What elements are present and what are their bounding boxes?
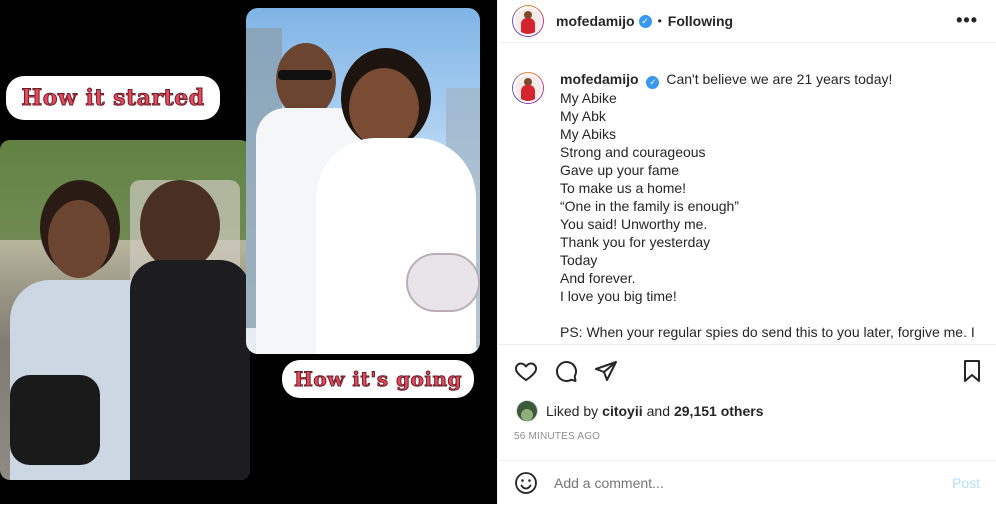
old-photo	[0, 140, 250, 480]
post-timestamp[interactable]: 56 MINUTES AGO	[514, 431, 600, 442]
caption-line: PS: When your regular spies do send this…	[560, 324, 975, 340]
post-panel: mofedamijo ✓ • Following ••• mofedamijo …	[497, 0, 996, 504]
how-it-started-label: How it started	[6, 76, 220, 120]
heart-icon[interactable]	[514, 359, 538, 383]
separator-dot: •	[657, 14, 662, 28]
caption-line: Thank you for yesterday	[560, 234, 711, 250]
caption-line: Gave up your fame	[560, 162, 680, 178]
emoji-icon[interactable]	[514, 471, 538, 495]
new-photo	[246, 8, 480, 354]
bookmark-icon[interactable]	[960, 359, 984, 383]
caption-line: I love you big time!	[560, 288, 677, 304]
caption-first-line: Can't believe we are 21 years today!	[666, 71, 893, 87]
caption-line: My Abiks	[560, 126, 617, 142]
comment-box: Post	[498, 460, 996, 505]
post-media[interactable]: How it started How it's going	[0, 0, 497, 504]
following-button[interactable]: Following	[668, 13, 733, 29]
liker-username-link[interactable]: citoyii	[602, 403, 642, 419]
comment-icon[interactable]	[554, 359, 578, 383]
username-link[interactable]: mofedamijo	[556, 13, 635, 29]
caption-line: “One in the family is enough”	[560, 198, 739, 214]
caption-line: My Abk	[560, 108, 606, 124]
caption-line: My Abike	[560, 90, 617, 106]
post-header: mofedamijo ✓ • Following •••	[498, 0, 996, 43]
caption-line: To make us a home!	[560, 180, 687, 196]
likes-count-link[interactable]: 29,151 others	[674, 403, 764, 419]
caption: mofedamijo ✓ Can't believe we are 21 yea…	[512, 70, 982, 342]
verified-badge-icon: ✓	[638, 14, 652, 28]
more-horizontal-icon[interactable]: •••	[956, 10, 978, 31]
caption-username-link[interactable]: mofedamijo	[560, 71, 639, 87]
likes-and: and	[646, 403, 670, 419]
caption-line: You said! Unworthy me.	[560, 216, 708, 232]
likes-summary: Liked by citoyii and 29,151 others	[516, 400, 763, 422]
comment-input[interactable]	[552, 474, 936, 492]
liker-avatar[interactable]	[516, 400, 538, 422]
caption-line: Strong and courageous	[560, 144, 706, 160]
caption-text: mofedamijo ✓ Can't believe we are 21 yea…	[560, 70, 975, 342]
caption-avatar[interactable]	[512, 72, 544, 104]
action-bar	[498, 344, 996, 397]
caption-line: Today	[560, 252, 598, 268]
caption-line: And forever.	[560, 270, 636, 286]
share-icon[interactable]	[594, 359, 618, 383]
post-button[interactable]: Post	[952, 475, 980, 491]
verified-badge-icon: ✓	[646, 76, 660, 89]
caption-line	[560, 305, 975, 323]
avatar[interactable]	[512, 5, 544, 37]
likes-prefix: Liked by	[546, 403, 599, 419]
how-its-going-label: How it's going	[282, 360, 474, 398]
